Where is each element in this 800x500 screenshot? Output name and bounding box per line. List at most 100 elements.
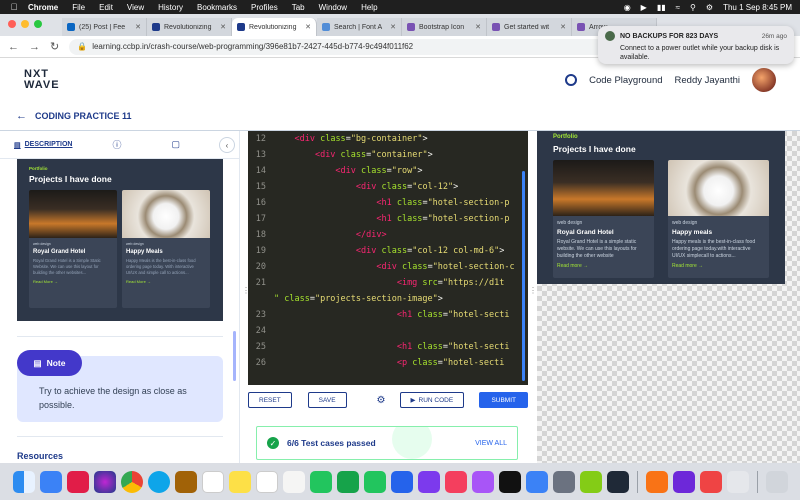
run-code-button[interactable]: ▶ RUN CODE <box>399 392 465 408</box>
close-tab-icon[interactable]: ✕ <box>475 23 481 31</box>
reminders-icon[interactable] <box>255 470 278 493</box>
code-line[interactable]: 16 <h1 class="hotel-section-p <box>248 195 528 211</box>
podcasts-icon[interactable] <box>471 470 494 493</box>
launchpad-icon[interactable] <box>66 470 89 493</box>
discussion-icon[interactable]: ▢ <box>171 139 180 150</box>
timer-icon[interactable] <box>565 74 578 86</box>
resources-heading[interactable]: Resources <box>17 451 63 461</box>
finder-icon[interactable] <box>12 470 35 493</box>
menu-window[interactable]: Window <box>319 3 347 12</box>
url-field[interactable]: 🔒 learning.ccbp.in/crash-course/web-prog… <box>69 38 630 55</box>
code-line[interactable]: 26 <p class="hotel-secti <box>248 355 528 371</box>
code-editor[interactable]: 12 <div class="bg-container"> 13 <div cla… <box>248 131 528 385</box>
close-tab-icon[interactable]: ✕ <box>220 23 226 31</box>
star-icon[interactable] <box>417 470 440 493</box>
back-icon[interactable]: ← <box>8 41 19 53</box>
siri-icon[interactable] <box>93 470 116 493</box>
browser-tab[interactable]: Search | Font A ✕ <box>317 18 402 36</box>
code-line[interactable]: 24 <box>248 323 528 339</box>
code-line[interactable]: 12 <div class="bg-container"> <box>248 131 528 147</box>
settings-gear-icon[interactable]: ⚙ <box>377 395 386 406</box>
browser-tab[interactable]: (25) Post | Fee ✕ <box>62 18 147 36</box>
battery-icon[interactable]: ▮▮ <box>657 3 666 12</box>
left-scrollbar[interactable] <box>233 331 236 381</box>
trash-icon[interactable] <box>765 470 788 493</box>
chrome-icon[interactable] <box>120 470 143 493</box>
record-icon[interactable]: ◉ <box>624 3 631 12</box>
facetime-icon[interactable] <box>363 470 386 493</box>
browser-tab-active[interactable]: Revolutionizing ✕ <box>232 18 317 36</box>
menu-bookmarks[interactable]: Bookmarks <box>197 3 237 12</box>
apple-tv-icon[interactable] <box>498 470 521 493</box>
submit-button[interactable]: SUBMIT <box>479 392 528 408</box>
code-line[interactable]: 19 <div class="col-12 col-md-6"> <box>248 243 528 259</box>
panel-resize-handle[interactable]: ⋮ <box>529 287 537 295</box>
code-line[interactable]: 17 <h1 class="hotel-section-p <box>248 211 528 227</box>
collapse-panel-button[interactable]: ‹ <box>219 137 235 153</box>
editor-scrollbar[interactable] <box>522 171 525 381</box>
zoom-window-button[interactable] <box>34 20 42 28</box>
menu-app-name[interactable]: Chrome <box>28 3 58 12</box>
keynote-icon[interactable] <box>390 470 413 493</box>
close-tab-icon[interactable]: ✕ <box>135 23 141 31</box>
preview-icon[interactable] <box>726 470 749 493</box>
anydesk-icon[interactable] <box>699 470 722 493</box>
reset-button[interactable]: RESET <box>248 392 292 408</box>
play-icon[interactable]: ▶ <box>641 3 647 12</box>
backup-notification[interactable]: NO BACKUPS FOR 823 DAYS 26m ago Connect … <box>598 26 794 64</box>
avatar[interactable] <box>752 68 776 92</box>
nxtwave-logo[interactable]: NXT WAVE <box>24 69 60 91</box>
close-window-button[interactable] <box>8 20 16 28</box>
menu-file[interactable]: File <box>72 3 85 12</box>
code-line[interactable]: 13 <div class="container"> <box>248 147 528 163</box>
code-line[interactable]: 14 <div class="row"> <box>248 163 528 179</box>
menu-help[interactable]: Help <box>361 3 377 12</box>
vlc-icon[interactable] <box>645 470 668 493</box>
system-settings-icon[interactable] <box>552 470 575 493</box>
save-button[interactable]: SAVE <box>307 392 347 408</box>
minimize-window-button[interactable] <box>21 20 29 28</box>
code-line[interactable]: 21 <img src="https://d1t <box>248 275 528 291</box>
tab-description[interactable]: ▤ DESCRIPTION <box>14 141 72 149</box>
card-read-more-link[interactable]: Read more → <box>557 263 650 269</box>
code-line[interactable]: 15 <div class="col-12"> <box>248 179 528 195</box>
help-circle-icon[interactable]: ⓘ <box>112 138 121 151</box>
apple-icon[interactable]:  <box>8 2 20 12</box>
close-tab-icon[interactable]: ✕ <box>390 23 396 31</box>
menu-history[interactable]: History <box>158 3 183 12</box>
code-line[interactable]: 20 <div class="hotel-section-c <box>248 259 528 275</box>
menu-edit[interactable]: Edit <box>99 3 113 12</box>
code-line[interactable]: " class="projects-section-image"> <box>248 291 528 307</box>
search-icon[interactable]: ⚲ <box>690 3 696 12</box>
code-playground-link[interactable]: Code Playground <box>589 75 662 86</box>
freeform-icon[interactable] <box>282 470 305 493</box>
lock-icon[interactable]: 🔒 <box>77 42 87 51</box>
safari-icon[interactable] <box>147 470 170 493</box>
menu-view[interactable]: View <box>127 3 144 12</box>
calendar-icon[interactable] <box>201 470 224 493</box>
forward-icon[interactable]: → <box>29 41 40 53</box>
menubar-clock[interactable]: Thu 1 Sep 8:45 PM <box>723 3 792 12</box>
editor-lines[interactable]: 12 <div class="bg-container"> 13 <div cla… <box>248 131 528 371</box>
webex-icon[interactable] <box>672 470 695 493</box>
music-icon[interactable] <box>444 470 467 493</box>
card-read-more-link[interactable]: Read more → <box>672 263 765 269</box>
view-all-link[interactable]: VIEW ALL <box>475 440 507 447</box>
back-arrow-icon[interactable]: ← <box>16 110 27 122</box>
user-name[interactable]: Reddy Jayanthi <box>675 75 740 86</box>
wifi-icon[interactable]: ≈ <box>676 3 680 12</box>
contacts-icon[interactable] <box>174 470 197 493</box>
code-line[interactable]: 25 <h1 class="hotel-secti <box>248 339 528 355</box>
browser-tab[interactable]: Get started wit ✕ <box>487 18 572 36</box>
numbers-icon[interactable] <box>336 470 359 493</box>
menu-tab[interactable]: Tab <box>292 3 305 12</box>
menu-profiles[interactable]: Profiles <box>251 3 278 12</box>
code-line[interactable]: 23 <h1 class="hotel-secti <box>248 307 528 323</box>
control-center-icon[interactable]: ⚙ <box>706 3 713 12</box>
browser-tab[interactable]: Bootstrap Icon ✕ <box>402 18 487 36</box>
terminal-icon[interactable] <box>606 470 629 493</box>
close-tab-icon[interactable]: ✕ <box>560 23 566 31</box>
app-store-icon[interactable] <box>525 470 548 493</box>
reload-icon[interactable]: ↻ <box>50 40 59 53</box>
notes-icon[interactable] <box>228 470 251 493</box>
